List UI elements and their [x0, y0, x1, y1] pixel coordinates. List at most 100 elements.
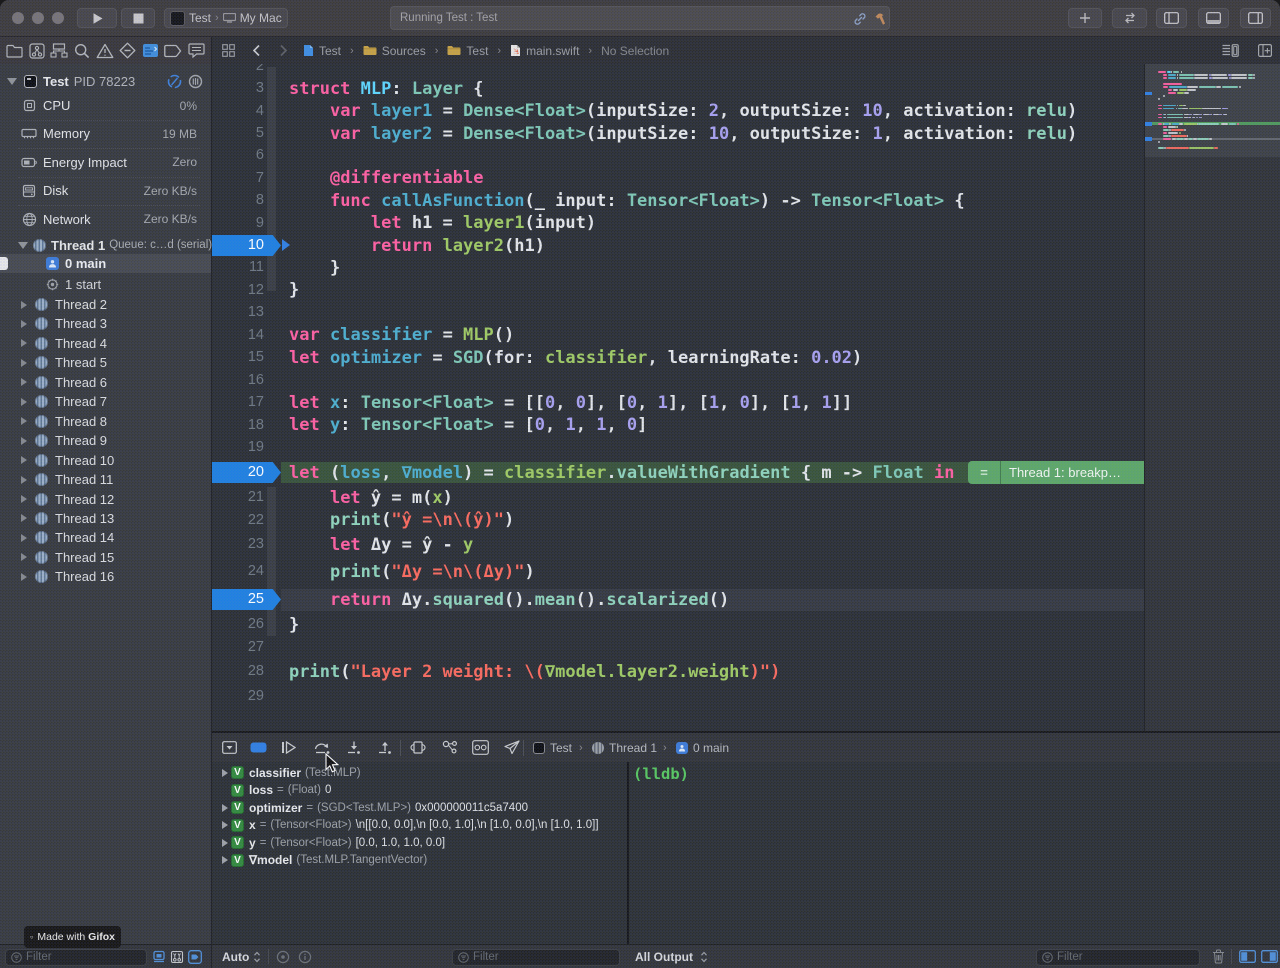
variables-view[interactable]: Vclassifier (Test.MLP)Vloss = (Float) 0V…: [212, 762, 627, 944]
simulate-location-button[interactable]: [504, 733, 520, 762]
variable-row-model[interactable]: V∇model (Test.MLP.TangentVector): [212, 852, 627, 869]
breakpoint-line-25[interactable]: 25: [212, 589, 281, 610]
view-hierarchy-button[interactable]: [410, 733, 426, 762]
variables-scope-selector[interactable]: Auto: [222, 950, 249, 964]
continue-button[interactable]: [281, 733, 296, 762]
thread-row-thread-15[interactable]: Thread 15: [0, 548, 211, 566]
thread-row-thread-9[interactable]: Thread 9: [0, 432, 211, 450]
navigator-tab-breakpoints[interactable]: [164, 44, 182, 58]
gauge-row-memory[interactable]: Memory 19 MB: [0, 125, 211, 143]
disclosure-triangle[interactable]: [21, 514, 27, 522]
disclosure-triangle[interactable]: [21, 378, 27, 386]
breakpoint-annotation[interactable]: =Thread 1: breakp…: [968, 461, 1144, 484]
breakpoint-line-20[interactable]: 20: [212, 462, 281, 483]
show-stack-filter-icon[interactable]: [170, 950, 184, 964]
thread-row-thread-3[interactable]: Thread 3: [0, 315, 211, 333]
gutter-line-number[interactable]: 7: [212, 168, 264, 189]
variable-row-x[interactable]: Vx = (Tensor<Float>) \n[[0.0, 0.0],\n [0…: [212, 817, 627, 834]
console-filter-field[interactable]: Filter: [1036, 949, 1200, 966]
console-view[interactable]: (lldb): [629, 762, 1280, 944]
disclosure-triangle[interactable]: [21, 476, 27, 484]
back-arrow-icon[interactable]: [252, 44, 261, 57]
gutter-line-number[interactable]: 29: [212, 686, 264, 707]
gutter-line-number[interactable]: 15: [212, 347, 264, 368]
navigator-tab-issues[interactable]: [96, 43, 114, 59]
thread-row-thread-6[interactable]: Thread 6: [0, 373, 211, 391]
gutter-line-number[interactable]: 12: [212, 280, 264, 301]
toggle-variables-view-icon[interactable]: [1239, 950, 1256, 963]
thread-row-thread-1[interactable]: Thread 1 Queue: c…d (serial): [0, 236, 211, 254]
toggle-navigator-button[interactable]: [1156, 8, 1187, 28]
navigator-filter-field[interactable]: Filter: [5, 949, 147, 966]
gutter-line-number[interactable]: 28: [212, 661, 264, 682]
toggle-inspectors-button[interactable]: [1240, 8, 1271, 28]
gutter-line-number[interactable]: 16: [212, 370, 264, 391]
navigator-tab-tests[interactable]: [119, 42, 136, 59]
related-items-icon[interactable]: [222, 44, 235, 57]
breakpoints-filter-icon[interactable]: [188, 950, 202, 964]
zoom-button[interactable]: [52, 12, 64, 24]
minimize-button[interactable]: [32, 12, 44, 24]
navigator-tab-reports[interactable]: [188, 43, 205, 58]
variable-row-y[interactable]: Vy = (Tensor<Float>) [0.0, 1.0, 1.0, 0.0…: [212, 834, 627, 851]
disclosure-triangle[interactable]: [21, 534, 27, 542]
disclosure-triangle[interactable]: [7, 78, 17, 85]
show-running-filter-icon[interactable]: [152, 950, 166, 964]
code-review-button[interactable]: [1112, 8, 1147, 28]
gutter-line-number[interactable]: 9: [212, 213, 264, 234]
thread-row-thread-2[interactable]: Thread 2: [0, 296, 211, 314]
disclosure-triangle[interactable]: [21, 417, 27, 425]
breadcrumb-test[interactable]: Test: [447, 44, 488, 58]
step-out-button[interactable]: [378, 733, 392, 762]
breadcrumb-main-swift[interactable]: main.swift: [510, 44, 579, 58]
disclosure-triangle[interactable]: [222, 804, 228, 812]
thread-row-thread-13[interactable]: Thread 13: [0, 509, 211, 527]
stack-frame-0-main-selected[interactable]: 0 main: [0, 254, 211, 273]
disclosure-triangle[interactable]: [21, 398, 27, 406]
navigator-tab-source-control[interactable]: [29, 43, 45, 59]
step-into-button[interactable]: [347, 733, 361, 762]
disclosure-triangle[interactable]: [21, 495, 27, 503]
navigator-tab-debug-selected[interactable]: [142, 43, 159, 58]
gutter-line-number[interactable]: 14: [212, 325, 264, 346]
gutter-line-number[interactable]: 26: [212, 614, 264, 635]
disclosure-triangle[interactable]: [222, 856, 228, 864]
trash-icon[interactable]: [1212, 949, 1225, 964]
thread-row-thread-10[interactable]: Thread 10: [0, 451, 211, 469]
thread-row-thread-11[interactable]: Thread 11: [0, 471, 211, 489]
gutter-line-number[interactable]: 5: [212, 123, 264, 144]
breadcrumb-test[interactable]: Test: [303, 44, 341, 58]
toggle-console-view-icon[interactable]: [1261, 950, 1278, 963]
gutter-line-number[interactable]: 21: [212, 487, 264, 508]
stack-frame-1-start[interactable]: 1 start: [0, 275, 211, 293]
gutter-line-number[interactable]: 19: [212, 437, 264, 458]
breakpoint-line-10[interactable]: 10: [212, 235, 281, 256]
library-add-button[interactable]: [1068, 8, 1102, 28]
gutter-line-number[interactable]: 2: [212, 64, 264, 77]
disclosure-triangle[interactable]: [21, 301, 27, 309]
thread-row-thread-8[interactable]: Thread 8: [0, 412, 211, 430]
add-editor-icon[interactable]: [1258, 44, 1272, 57]
debug-jump-thread-1[interactable]: Thread 1: [592, 733, 657, 762]
disclosure-triangle[interactable]: [21, 320, 27, 328]
scheme-selector[interactable]: Test › My Mac: [164, 8, 288, 28]
run-button[interactable]: [77, 8, 117, 28]
thread-row-thread-14[interactable]: Thread 14: [0, 529, 211, 547]
stop-button[interactable]: [121, 8, 155, 28]
gutter-line-number[interactable]: 6: [212, 145, 264, 166]
memory-graph-button[interactable]: [442, 733, 459, 762]
pause-process-icon[interactable]: [167, 74, 182, 89]
gauge-row-network[interactable]: Network Zero KB/s: [0, 210, 211, 228]
disclosure-triangle[interactable]: [21, 573, 27, 581]
gutter-line-number[interactable]: 3: [212, 78, 264, 99]
navigator-tab-symbols[interactable]: [50, 43, 68, 58]
gauge-row-cpu[interactable]: CPU 0%: [0, 97, 211, 115]
disclosure-triangle[interactable]: [222, 769, 228, 777]
thread-row-thread-12[interactable]: Thread 12: [0, 490, 211, 508]
forward-arrow-icon[interactable]: [279, 44, 288, 57]
breadcrumb-sources[interactable]: Sources: [363, 44, 426, 58]
info-icon[interactable]: [298, 950, 312, 964]
gutter-line-number[interactable]: 17: [212, 392, 264, 413]
thread-view-icon[interactable]: [188, 74, 203, 89]
scope-circle-icon[interactable]: [276, 950, 290, 964]
